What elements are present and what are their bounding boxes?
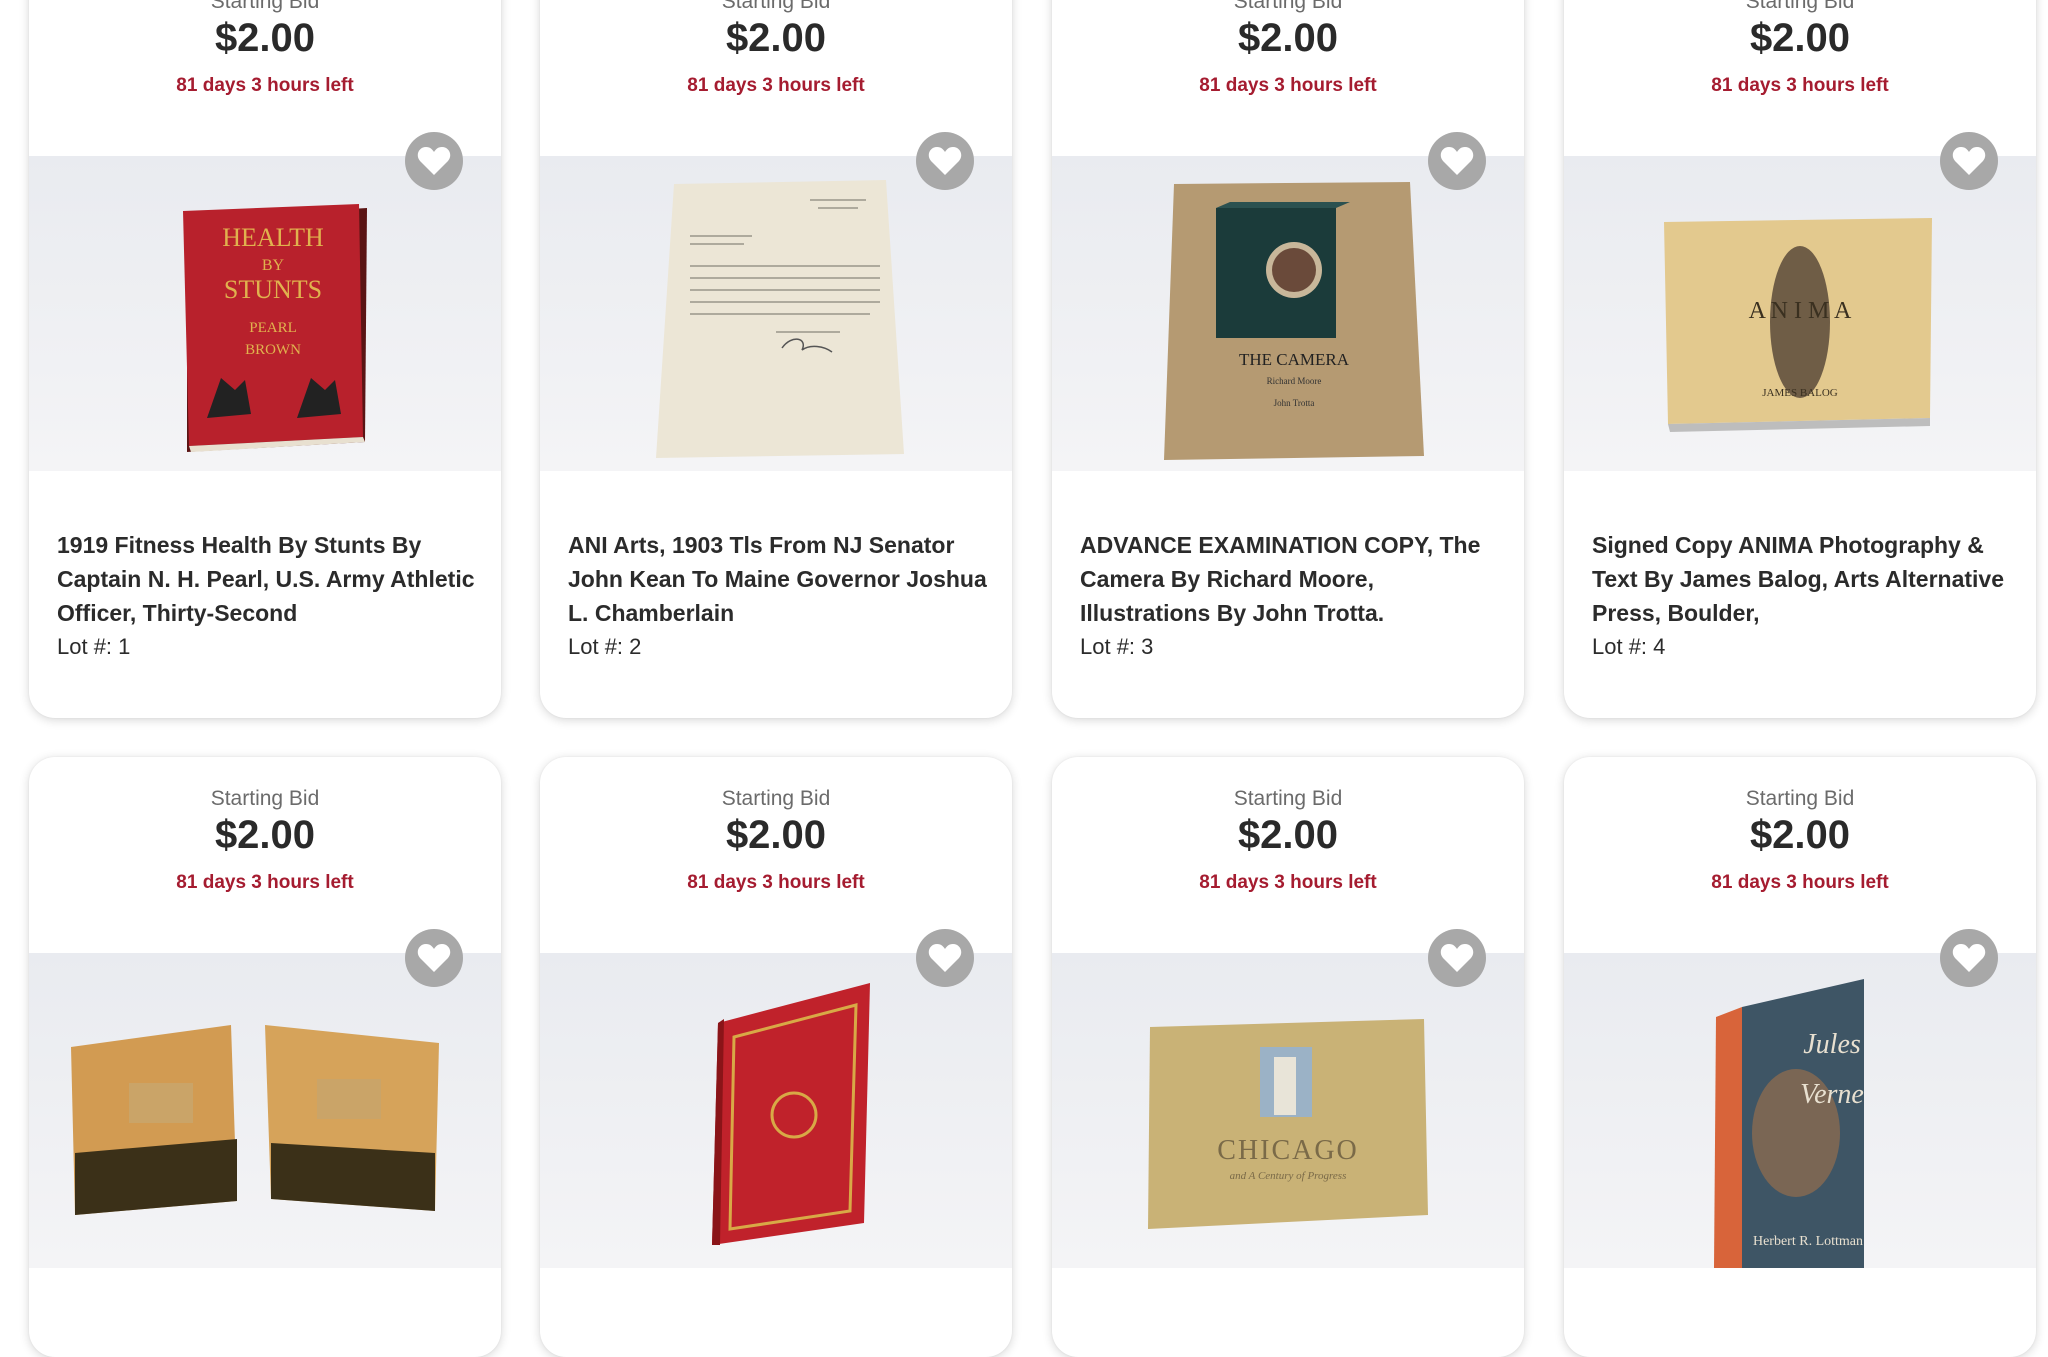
lot-image[interactable]: Jules Verne Herbert R. Lottman xyxy=(1564,953,2036,1268)
heart-icon xyxy=(928,147,962,175)
heart-icon xyxy=(417,147,451,175)
cover-title: CHICAGO xyxy=(1217,1135,1359,1166)
lot-image[interactable]: HEALTH BY STUNTS PEARL BROWN xyxy=(29,156,501,471)
heart-icon xyxy=(1440,147,1474,175)
heart-icon xyxy=(1440,944,1474,972)
price: $2.00 xyxy=(1237,16,1339,60)
book-anima-icon: A N I M A JAMES BALOG xyxy=(1664,218,1932,432)
lot-image[interactable] xyxy=(29,953,501,1268)
lot-number: Lot #: 4 xyxy=(1592,634,1666,659)
price: $2.00 xyxy=(725,813,827,857)
favorite-button[interactable] xyxy=(1428,929,1486,987)
lot-card[interactable]: Starting Bid $2.00 81 days 3 hours left … xyxy=(29,0,501,718)
price: $2.00 xyxy=(1749,16,1851,60)
starting-bid-label: Starting Bid xyxy=(210,787,320,810)
cover-word: BY xyxy=(262,257,285,274)
starting-bid-label: Starting Bid xyxy=(721,787,831,810)
cover-subtitle: and A Century of Progress xyxy=(1230,1170,1347,1182)
starting-bid-label: Starting Bid xyxy=(721,0,831,13)
starting-bid-label: Starting Bid xyxy=(1233,787,1343,810)
cover-title: Jules xyxy=(1803,1029,1861,1060)
time-left: 81 days 3 hours left xyxy=(687,872,865,893)
cover-title: THE CAMERA xyxy=(1239,350,1350,369)
cover-word: STUNTS xyxy=(224,275,322,304)
favorite-button[interactable] xyxy=(1428,132,1486,190)
cover-word: PEARL xyxy=(249,320,297,336)
favorite-button[interactable] xyxy=(405,929,463,987)
time-left: 81 days 3 hours left xyxy=(1199,872,1377,893)
lot-card[interactable]: Starting Bid $2.00 81 days 3 hours left … xyxy=(1564,0,2036,718)
starting-bid-label: Starting Bid xyxy=(1745,787,1855,810)
time-left: 81 days 3 hours left xyxy=(1199,75,1377,96)
lot-card[interactable]: Starting Bid $2.00 81 days 3 hours left xyxy=(29,757,501,1357)
time-left: 81 days 3 hours left xyxy=(176,872,354,893)
lot-card[interactable]: Starting Bid $2.00 81 days 3 hours left xyxy=(540,0,1012,718)
lot-card[interactable]: Starting Bid $2.00 81 days 3 hours left … xyxy=(1052,0,1524,718)
lot-title[interactable]: ADVANCE EXAMINATION COPY, The Camera By … xyxy=(1080,528,1500,630)
book-the-camera-icon: THE CAMERA Richard Moore John Trotta xyxy=(1164,182,1424,460)
cover-word: BROWN xyxy=(245,342,301,358)
lot-image[interactable]: CHICAGO and A Century of Progress xyxy=(1052,953,1524,1268)
lot-title[interactable]: Signed Copy ANIMA Photography & Text By … xyxy=(1592,528,2012,630)
red-book-health-by-stunts-icon: HEALTH BY STUNTS PEARL BROWN xyxy=(183,204,367,452)
time-left: 81 days 3 hours left xyxy=(1711,75,1889,96)
heart-icon xyxy=(928,944,962,972)
lot-number: Lot #: 2 xyxy=(568,634,642,659)
lot-image[interactable] xyxy=(540,156,1012,471)
lot-image[interactable]: THE CAMERA Richard Moore John Trotta xyxy=(1052,156,1524,471)
lot-card[interactable]: Starting Bid $2.00 81 days 3 hours left … xyxy=(1564,757,2036,1357)
time-left: 81 days 3 hours left xyxy=(176,75,354,96)
heart-icon xyxy=(1952,147,1986,175)
heart-icon xyxy=(1952,944,1986,972)
book-jules-verne-icon: Jules Verne Herbert R. Lottman xyxy=(1714,979,1864,1268)
lot-title[interactable]: ANI Arts, 1903 Tls From NJ Senator John … xyxy=(568,528,988,630)
lot-image[interactable] xyxy=(540,953,1012,1268)
price: $2.00 xyxy=(1749,813,1851,857)
auction-grid: Starting Bid $2.00 81 days 3 hours left … xyxy=(0,0,2048,1357)
book-chicago-icon: CHICAGO and A Century of Progress xyxy=(1148,1019,1428,1229)
time-left: 81 days 3 hours left xyxy=(687,75,865,96)
favorite-button[interactable] xyxy=(405,132,463,190)
two-books-chinese-icon xyxy=(71,1025,439,1215)
favorite-button[interactable] xyxy=(916,132,974,190)
starting-bid-label: Starting Bid xyxy=(1745,0,1855,13)
cover-word: HEALTH xyxy=(222,223,324,252)
starting-bid-label: Starting Bid xyxy=(1233,0,1343,13)
lot-card[interactable]: Starting Bid $2.00 81 days 3 hours left xyxy=(540,757,1012,1357)
time-left: 81 days 3 hours left xyxy=(1711,872,1889,893)
favorite-button[interactable] xyxy=(1940,929,1998,987)
price: $2.00 xyxy=(214,16,316,60)
favorite-button[interactable] xyxy=(1940,132,1998,190)
lot-number: Lot #: 3 xyxy=(1080,634,1154,659)
lot-title[interactable]: 1919 Fitness Health By Stunts By Captain… xyxy=(57,528,477,630)
lot-number: Lot #: 1 xyxy=(57,634,131,659)
starting-bid-label: Starting Bid xyxy=(210,0,320,13)
heart-icon xyxy=(417,944,451,972)
cover-title: Verne xyxy=(1800,1079,1864,1110)
cover-author: Herbert R. Lottman xyxy=(1753,1234,1863,1249)
favorite-button[interactable] xyxy=(916,929,974,987)
price: $2.00 xyxy=(1237,813,1339,857)
cover-illustrator: John Trotta xyxy=(1274,398,1315,408)
price: $2.00 xyxy=(214,813,316,857)
typed-letter-icon xyxy=(656,180,904,458)
lot-image[interactable]: A N I M A JAMES BALOG xyxy=(1564,156,2036,471)
price: $2.00 xyxy=(725,16,827,60)
cover-author: JAMES BALOG xyxy=(1762,387,1838,399)
cover-author: Richard Moore xyxy=(1267,376,1322,386)
red-leather-book-icon xyxy=(712,983,870,1245)
lot-card[interactable]: Starting Bid $2.00 81 days 3 hours left … xyxy=(1052,757,1524,1357)
cover-title: A N I M A xyxy=(1749,298,1852,324)
